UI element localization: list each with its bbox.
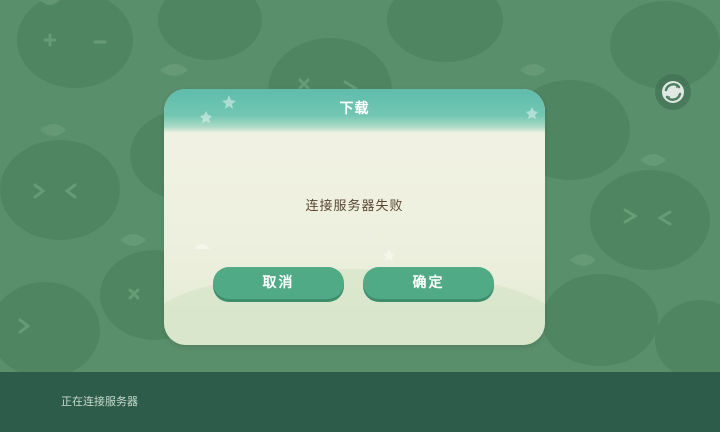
dialog-title: 下载 [339, 101, 370, 117]
cancel-button[interactable]: 取消 [213, 267, 344, 299]
confirm-button[interactable]: 确定 [363, 267, 494, 299]
dialog-message: 连接服务器失败 [305, 199, 404, 214]
download-dialog: 下载 连接服务器失败 取消 确定 [164, 89, 545, 345]
sync-icon [662, 81, 684, 103]
connection-status-text: 正在连接服务器 [61, 395, 138, 408]
sync-button[interactable] [655, 74, 691, 110]
